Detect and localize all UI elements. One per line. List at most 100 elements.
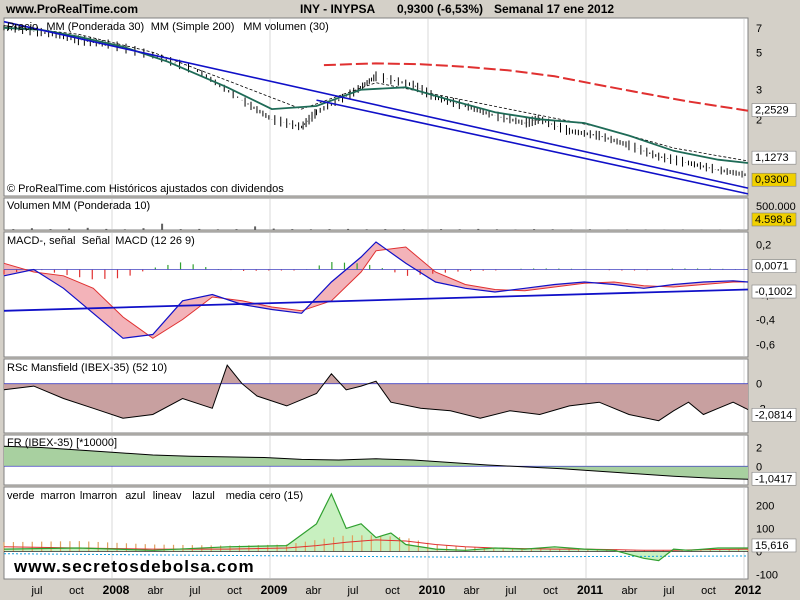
y-tick-label: 500.000 <box>756 201 796 213</box>
legend-macd-1: Señal <box>82 235 110 247</box>
legend-oscillator-3: azul <box>125 490 145 502</box>
x-tick-label: jul <box>30 585 42 597</box>
legend-oscillator-5: lazul <box>192 490 215 502</box>
legend-price-3: MM volumen (30) <box>243 21 329 33</box>
x-tick-label: oct <box>701 585 716 597</box>
y-tick-label: -0,4 <box>756 315 775 327</box>
x-tick-label: abr <box>464 585 480 597</box>
x-tick-label: abr <box>148 585 164 597</box>
value-tag: -2,0814 <box>755 409 792 421</box>
volume-bar <box>105 228 108 230</box>
y-tick-label: 0,2 <box>756 240 771 252</box>
x-tick-label: abr <box>622 585 638 597</box>
chart-window: www.ProRealTime.com INY - INYPSA 0,9300 (-… <box>0 0 800 600</box>
volume-bar <box>347 228 350 230</box>
copyright-note: © ProRealTime.com Históricos ajustados c… <box>7 183 284 195</box>
legend-oscillator-7: cero (15) <box>259 490 303 502</box>
volume-bar <box>272 228 275 230</box>
x-tick-label: jul <box>662 585 674 597</box>
volume-bar <box>421 229 424 230</box>
volume-bar <box>495 229 498 230</box>
ticker-label: INY - INYPSA <box>300 2 375 16</box>
volume-bar <box>235 229 238 230</box>
legend-fr-0: FR (IBEX-35) [*10000] <box>7 437 117 449</box>
x-tick-label: oct <box>227 585 242 597</box>
volume-bar <box>477 228 480 230</box>
volume-bar <box>626 229 629 230</box>
volume-bar <box>384 229 387 230</box>
x-tick-label: oct <box>385 585 400 597</box>
volume-bar <box>570 229 573 230</box>
x-tick-label: 2010 <box>419 583 446 597</box>
value-tag: 2,2529 <box>755 105 789 117</box>
volume-bar <box>328 229 331 230</box>
legend-volume-0: Volumen <box>7 200 50 212</box>
watermark-text: www.secretosdebolsa.com <box>13 557 255 576</box>
volume-bar <box>198 228 201 230</box>
quote-label: 0,9300 (-6,53%) <box>397 2 483 16</box>
volume-bar <box>49 229 52 230</box>
volume-bar <box>86 227 89 230</box>
volume-bar <box>68 228 71 230</box>
value-tag: 0,0071 <box>755 261 789 273</box>
volume-bar <box>551 229 554 230</box>
chart-canvas: www.ProRealTime.com INY - INYPSA 0,9300 (-… <box>3 2 797 597</box>
value-tag: 15,616 <box>755 540 789 552</box>
x-tick-label: jul <box>346 585 358 597</box>
y-tick-label: 100 <box>756 523 774 535</box>
volume-bar <box>365 229 368 230</box>
value-tag: 1,1273 <box>755 152 789 164</box>
x-tick-label: jul <box>188 585 200 597</box>
y-tick-label: -0,6 <box>756 340 775 352</box>
volume-bar <box>179 229 182 230</box>
y-tick-label: 0 <box>756 461 762 473</box>
volume-bar <box>402 229 405 230</box>
y-tick-label: 0 <box>756 379 762 391</box>
legend-rsc-0: RSc Mansfield (IBEX-35) (52 10) <box>7 362 167 374</box>
x-tick-label: oct <box>543 585 558 597</box>
y-tick-label: 200 <box>756 500 774 512</box>
y-tick-label: -100 <box>756 569 778 581</box>
legend-volume-1: MM (Ponderada 10) <box>52 200 150 212</box>
legend-oscillator-1: marron <box>41 490 76 502</box>
volume-bar <box>142 228 145 230</box>
legend-oscillator-4: lineav <box>153 490 182 502</box>
period-label: Semanal 17 ene 2012 <box>494 2 614 16</box>
legend-macd-2: MACD (12 26 9) <box>115 235 194 247</box>
y-tick-label: 5 <box>756 47 762 59</box>
legend-oscillator-2: lmarron <box>80 490 117 502</box>
volume-bar <box>161 223 164 230</box>
volume-bar <box>681 229 684 230</box>
volume-bar <box>291 229 294 230</box>
volume-bar <box>30 228 33 230</box>
value-tag: 0,9300 <box>755 174 789 186</box>
x-tick-label: 2012 <box>735 583 762 597</box>
x-tick-label: jul <box>504 585 516 597</box>
legend-oscillator-0: verde <box>7 490 35 502</box>
legend-price-1: MM (Ponderada 30) <box>46 21 144 33</box>
volume-bar <box>644 229 647 230</box>
legend-price-0: Precio <box>7 21 38 33</box>
y-tick-label: 7 <box>756 23 762 35</box>
volume-bar <box>123 229 126 230</box>
value-tag: -0,1002 <box>755 286 792 298</box>
volume-bar <box>309 229 312 230</box>
y-tick-label: 3 <box>756 85 762 97</box>
x-tick-label: 2009 <box>261 583 288 597</box>
volume-bar <box>458 229 461 230</box>
volume-bar <box>533 229 536 230</box>
x-tick-label: 2011 <box>577 583 603 597</box>
x-tick-label: oct <box>69 585 84 597</box>
legend-price-2: MM (Simple 200) <box>151 21 235 33</box>
y-tick-label: 2 <box>756 442 762 454</box>
x-tick-label: abr <box>306 585 322 597</box>
volume-bar <box>12 229 15 230</box>
volume-bar <box>588 229 591 230</box>
x-tick-label: 2008 <box>103 583 130 597</box>
value-tag: -1,0417 <box>755 473 792 485</box>
volume-bar <box>440 229 443 230</box>
volume-bar <box>216 229 219 230</box>
site-title: www.ProRealTime.com <box>5 2 138 16</box>
legend-oscillator-6: media <box>226 490 257 502</box>
volume-bar <box>514 229 517 230</box>
